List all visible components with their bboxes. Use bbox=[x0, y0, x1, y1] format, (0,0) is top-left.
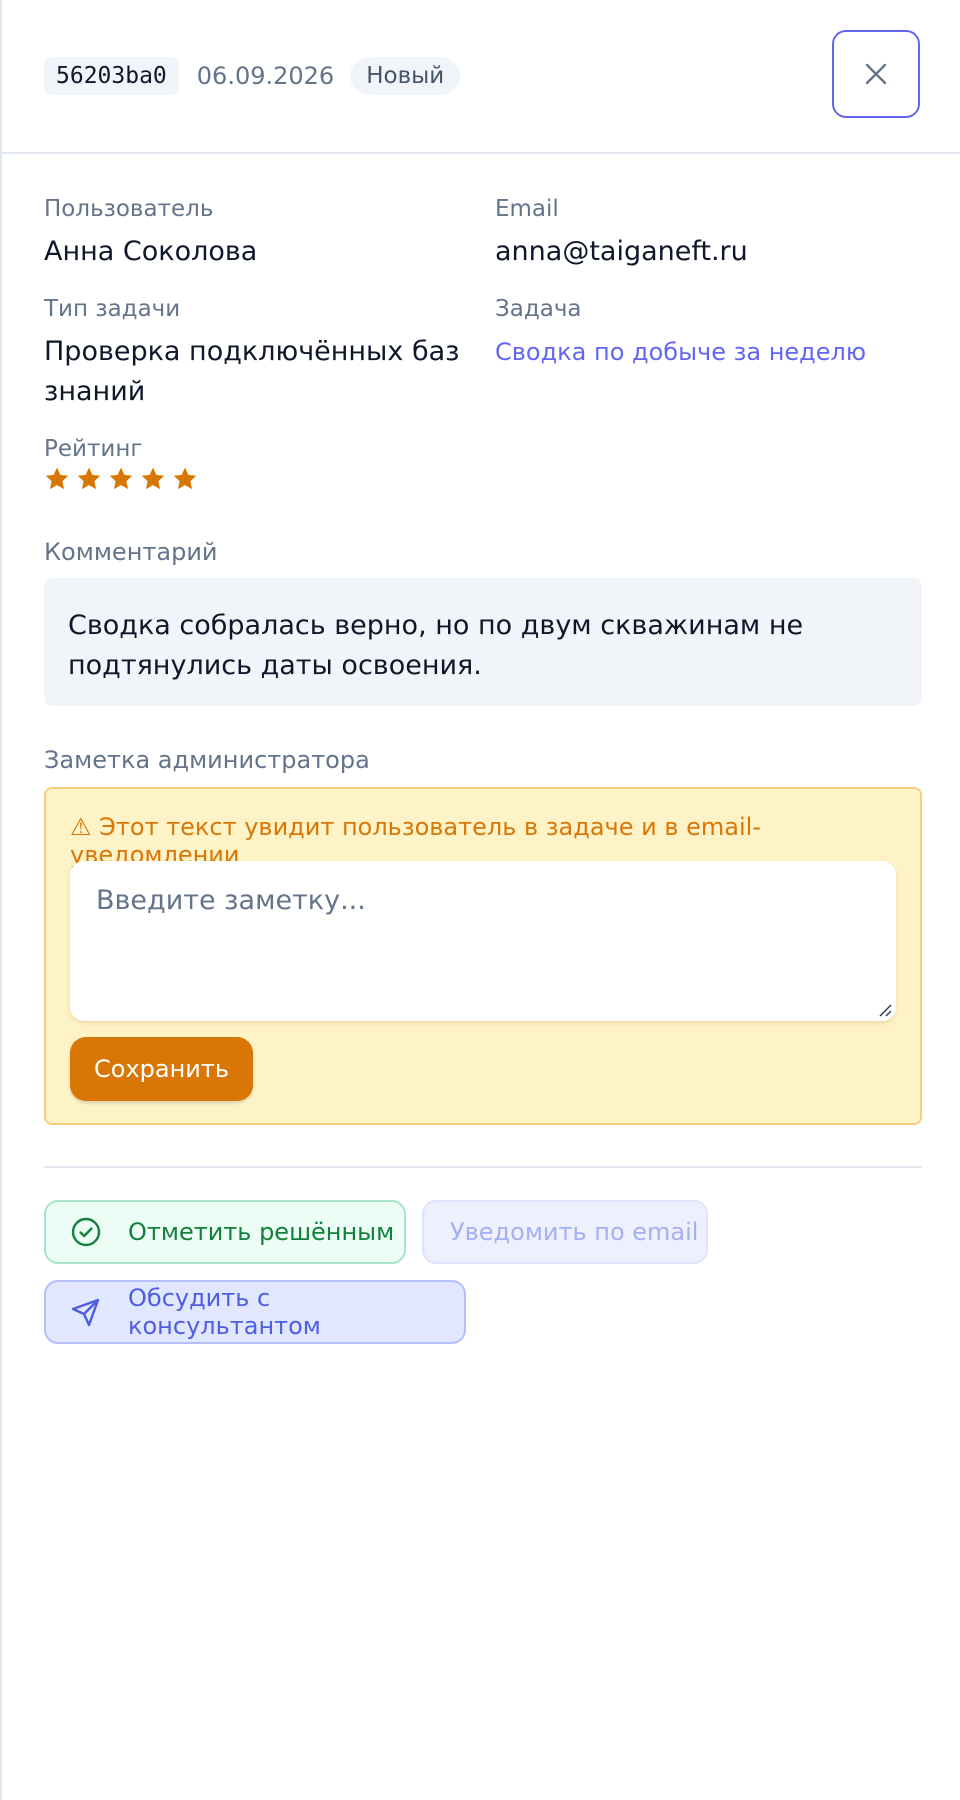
star-icon bbox=[45, 467, 69, 490]
rating-label: Рейтинг bbox=[44, 436, 143, 462]
star-icon bbox=[173, 467, 197, 490]
admin-note-box: ⚠ Этот текст увидит пользователь в задач… bbox=[44, 787, 922, 1125]
header-meta: 56203ba0 06.09.2026 Новый bbox=[44, 56, 461, 96]
resize-handle-icon[interactable] bbox=[876, 1001, 892, 1017]
comment-box: Сводка собралась верно, но по двум скваж… bbox=[44, 578, 922, 706]
comment-text-line1: Сводка собралась верно, но по двум скваж… bbox=[68, 610, 804, 641]
actions-divider bbox=[44, 1166, 922, 1168]
request-date: 06.09.2026 bbox=[196, 62, 335, 90]
rating-stars bbox=[44, 466, 198, 492]
task-type-value-line2: знаний bbox=[44, 376, 146, 407]
task-type-value-line1: Проверка подключённых баз bbox=[44, 336, 460, 367]
task-type-label: Тип задачи bbox=[44, 296, 181, 322]
mark-resolved-label: Отметить решённым bbox=[128, 1218, 395, 1246]
notify-email-label: Уведомить по email bbox=[450, 1218, 699, 1246]
star-icon bbox=[141, 467, 165, 490]
comment-text-line2: подтянулись даты освоения. bbox=[68, 650, 482, 681]
discuss-consultant-button[interactable]: Обсудить с консультантом bbox=[44, 1280, 466, 1344]
email-value: anna@taiganeft.ru bbox=[495, 236, 748, 267]
admin-note-label: Заметка администратора bbox=[44, 746, 370, 774]
admin-note-textarea[interactable] bbox=[70, 861, 896, 1021]
close-button[interactable] bbox=[832, 30, 920, 118]
star-icon bbox=[77, 467, 101, 490]
send-icon bbox=[70, 1296, 102, 1328]
status-badge: Новый bbox=[350, 57, 461, 95]
notify-email-button[interactable]: Уведомить по email bbox=[422, 1200, 708, 1264]
task-link[interactable]: Сводка по добыче за неделю bbox=[495, 338, 866, 366]
star-icon bbox=[109, 467, 133, 490]
save-note-button[interactable]: Сохранить bbox=[70, 1037, 253, 1101]
discuss-consultant-label: Обсудить с консультантом bbox=[128, 1284, 321, 1340]
request-detail-panel: 56203ba0 06.09.2026 Новый Пользователь А… bbox=[0, 0, 960, 1800]
close-icon bbox=[865, 63, 887, 85]
mark-resolved-button[interactable]: Отметить решённым bbox=[44, 1200, 406, 1264]
email-label: Email bbox=[495, 196, 559, 222]
user-value: Анна Соколова bbox=[44, 236, 258, 267]
panel-header: 56203ba0 06.09.2026 Новый bbox=[2, 0, 960, 154]
user-label: Пользователь bbox=[44, 196, 214, 222]
task-label: Задача bbox=[495, 296, 582, 322]
comment-label: Комментарий bbox=[44, 538, 218, 566]
request-id: 56203ba0 bbox=[44, 57, 179, 95]
check-circle-icon bbox=[70, 1216, 102, 1248]
